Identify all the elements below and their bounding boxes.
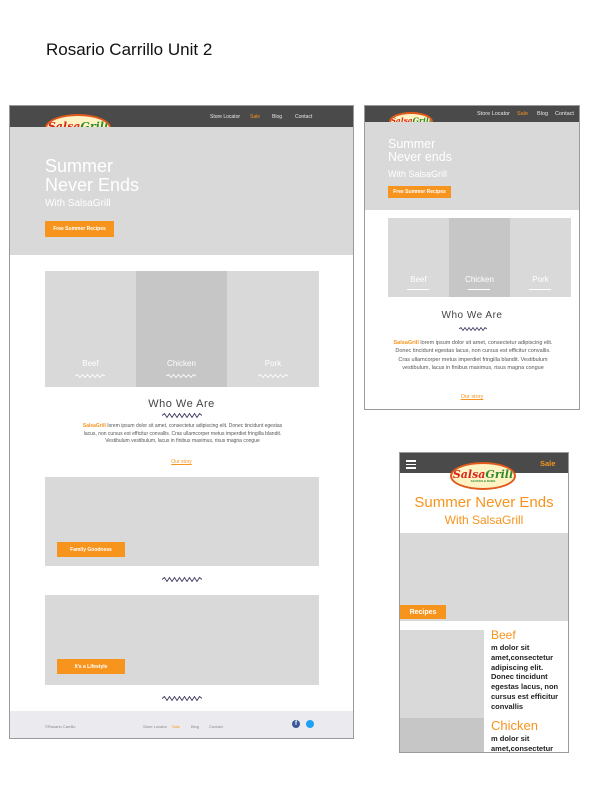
footer-nav-sale[interactable]: Sale (172, 724, 180, 729)
tablet-hero-subtitle: With SalsaGrill (388, 169, 448, 179)
mobile-recipes-tab[interactable]: Recipes (400, 605, 446, 619)
footer-nav-contact[interactable]: Contact (209, 724, 223, 729)
tablet-mockup: Store Locator Sale Blog Contact SalsaGri… (364, 105, 580, 410)
panel-label: Pork (264, 359, 282, 368)
footer-nav-blog[interactable]: Blog (191, 724, 199, 729)
mobile-hero-subtitle: With SalsaGrill (444, 513, 524, 527)
desktop-lifestyle-button[interactable]: It's a Lifestyle (57, 659, 125, 674)
panel-underline (529, 289, 551, 290)
brand-name: SalsaGrill (82, 423, 106, 429)
desktop-mockup: Store Locator Sale Blog Contact SalsaGri… (9, 105, 354, 739)
tablet-nav-store-locator[interactable]: Store Locator (477, 111, 510, 117)
desktop-nav-sale[interactable]: Sale (250, 114, 260, 120)
mobile-logo[interactable]: SalsaGrill SAUCES & RUBS (450, 462, 516, 490)
desktop-nav-blog[interactable]: Blog (272, 114, 282, 120)
squiggle-divider-icon (162, 696, 202, 701)
tablet-hero-title-line2: Never ends (388, 150, 452, 165)
desktop-panel-beef[interactable]: Beef (45, 271, 136, 387)
desktop-panel-chicken[interactable]: Chicken (136, 271, 227, 387)
mobile-card-chicken-title: Chicken (491, 718, 538, 733)
desktop-hero-title-line1: Summer (45, 156, 114, 176)
tablet-who-we-are-text: SalsaGrill lorem ipsum dolor sit amet, c… (393, 339, 553, 372)
desktop-who-we-are-text: SalsaGrill lorem ipsum dolor sit amet, c… (80, 423, 285, 446)
mobile-card-beef-text: m dolor sit amet,consectetur adipiscing … (491, 643, 559, 711)
panel-label: Chicken (167, 359, 196, 368)
desktop-free-recipes-button[interactable]: Free Summer Recipes (45, 221, 114, 237)
brand-name: SalsaGrill (393, 340, 419, 346)
tablet-our-story-link[interactable]: Our story (365, 394, 579, 400)
squiggle-divider-icon (459, 327, 487, 331)
panel-label: Beef (410, 275, 427, 284)
footer-nav-store-locator[interactable]: Store Locator (143, 724, 167, 729)
tablet-nav-blog[interactable]: Blog (537, 111, 548, 117)
panel-underline (407, 289, 429, 290)
panel-label: Chicken (465, 275, 494, 284)
squiggle-divider-icon (162, 413, 202, 418)
desktop-hero: Summer Never Ends With SalsaGrill Free S… (10, 127, 353, 255)
desktop-nav-store-locator[interactable]: Store Locator (210, 114, 240, 120)
facebook-icon[interactable]: f (292, 720, 300, 728)
who-paragraph: lorem ipsum dolor sit amet, consectetur … (395, 340, 553, 371)
desktop-hero-title-line2: Never Ends (45, 174, 140, 195)
footer-copyright: ©Rosario Carrillo (45, 724, 76, 729)
logo-subtext: SAUCES & RUBS (470, 479, 496, 483)
desktop-nav-contact[interactable]: Contact (295, 114, 312, 120)
squiggle-divider-icon (75, 374, 105, 378)
squiggle-divider-icon (166, 374, 196, 378)
desktop-lifestyle-block: It's a Lifestyle (45, 595, 319, 685)
mobile-card-chicken-image (400, 718, 484, 752)
tablet-free-recipes-button[interactable]: Free Summer Recipes (388, 186, 451, 198)
panel-label: Beef (82, 359, 99, 368)
mobile-nav-sale[interactable]: Sale (540, 459, 555, 468)
page-title: Rosario Carrillo Unit 2 (46, 40, 213, 59)
mobile-mockup: Sale SalsaGrill SAUCES & RUBS Summer Nev… (399, 452, 569, 753)
tablet-panel-chicken[interactable]: Chicken (449, 218, 510, 297)
who-paragraph: lorem ipsum dolor sit amet, consectetur … (83, 423, 283, 444)
squiggle-divider-icon (162, 577, 202, 582)
desktop-family-goodness-button[interactable]: Family Goodness (57, 542, 125, 557)
mobile-card-chicken-text: m dolor sit amet,consectetur adipiscing … (491, 734, 554, 753)
desktop-panel-pork[interactable]: Pork (227, 271, 319, 387)
mobile-card-beef-image (400, 630, 484, 718)
desktop-family-block: Family Goodness (45, 477, 319, 566)
tablet-hero: Summer Never ends With SalsaGrill Free S… (365, 122, 579, 210)
mobile-hero-title: Summer Never Ends (414, 494, 554, 511)
twitter-icon[interactable] (306, 720, 314, 728)
tablet-who-we-are-title: Who We Are (441, 310, 503, 321)
mobile-card-beef-title: Beef (491, 628, 516, 642)
tablet-nav-sale[interactable]: Sale (517, 111, 528, 117)
tablet-nav-contact[interactable]: Contact (555, 111, 574, 117)
tablet-panel-pork[interactable]: Pork (510, 218, 571, 297)
desktop-our-story-link[interactable]: Our story (10, 459, 353, 465)
desktop-who-we-are-title: Who We Are (148, 398, 215, 410)
tablet-panel-beef[interactable]: Beef (388, 218, 449, 297)
panel-underline (468, 289, 490, 290)
hamburger-menu-icon[interactable] (406, 460, 416, 471)
squiggle-divider-icon (258, 374, 288, 378)
panel-label: Pork (532, 275, 549, 284)
desktop-footer: ©Rosario Carrillo Store Locator Sale Blo… (10, 711, 353, 738)
desktop-hero-subtitle: With SalsaGrill (45, 198, 111, 209)
